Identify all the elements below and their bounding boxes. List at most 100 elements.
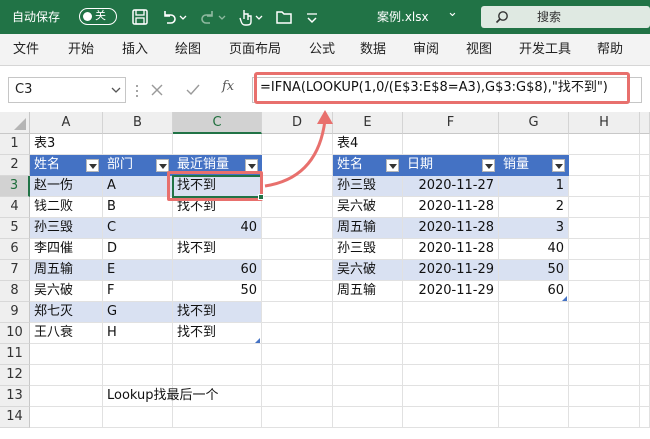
grid-cell[interactable] <box>173 365 262 386</box>
table4-cell-date[interactable]: 2020-11-28 <box>403 239 499 260</box>
row-header-7[interactable]: 7 <box>0 260 30 281</box>
grid-cell[interactable] <box>569 260 640 281</box>
grid-cell[interactable] <box>262 260 333 281</box>
grid-cell[interactable] <box>569 323 640 344</box>
grid-cell[interactable] <box>569 365 640 386</box>
column-header-a[interactable]: A <box>30 112 103 134</box>
table3-cell-name[interactable]: 周五输 <box>30 260 103 281</box>
grid-cell[interactable] <box>262 218 333 239</box>
filter-dropdown-icon[interactable] <box>86 159 99 172</box>
grid-cell[interactable] <box>333 365 403 386</box>
table4-cell-sales[interactable]: 2 <box>499 197 569 218</box>
autosave-toggle[interactable]: 关 <box>79 8 117 25</box>
undo-dropdown-icon[interactable] <box>178 7 188 27</box>
table4-cell-name[interactable]: 孙三毁 <box>333 239 403 260</box>
grid-cell[interactable] <box>103 407 173 428</box>
grid-cell[interactable] <box>103 344 173 365</box>
filter-dropdown-icon[interactable] <box>156 159 169 172</box>
table3-cell-dept[interactable]: A <box>103 176 173 197</box>
grid-cell[interactable] <box>333 386 403 407</box>
column-header-b[interactable]: B <box>103 112 173 134</box>
table4-cell-date[interactable]: 2020-11-27 <box>403 176 499 197</box>
tab-view[interactable]: 视图 <box>466 42 492 58</box>
grid-cell[interactable] <box>262 407 333 428</box>
table4-cell-name[interactable]: 周五输 <box>333 218 403 239</box>
grid-cell[interactable] <box>333 407 403 428</box>
search-box[interactable]: 搜索 <box>481 6 650 28</box>
table4-caption[interactable]: 表4 <box>333 134 403 155</box>
table3-caption[interactable]: 表3 <box>30 134 103 155</box>
table3-cell-sales[interactable]: 找不到 <box>173 302 262 323</box>
grid-cell[interactable] <box>262 344 333 365</box>
row-header-11[interactable]: 11 <box>0 344 30 365</box>
column-header-d[interactable]: D <box>262 112 333 134</box>
grid-cell[interactable] <box>640 323 650 344</box>
grid-cell[interactable] <box>403 323 499 344</box>
tab-file[interactable]: 文件 <box>13 42 39 58</box>
grid-cell[interactable] <box>640 386 650 407</box>
grid-cell[interactable] <box>333 302 403 323</box>
table4-cell-date[interactable]: 2020-11-29 <box>403 281 499 302</box>
formula-bar-grip-icon[interactable] <box>134 83 140 99</box>
grid-cell[interactable] <box>640 365 650 386</box>
table4-cell-sales[interactable]: 50 <box>499 260 569 281</box>
table3-cell-name[interactable]: 王八衰 <box>30 323 103 344</box>
row-header-12[interactable]: 12 <box>0 365 30 386</box>
grid-cell[interactable] <box>499 344 569 365</box>
grid-cell[interactable] <box>403 365 499 386</box>
table3-cell-name[interactable]: 吴六破 <box>30 281 103 302</box>
table4-cell-date[interactable]: 2020-11-28 <box>403 197 499 218</box>
tab-page-layout[interactable]: 页面布局 <box>229 42 281 58</box>
grid-cell[interactable] <box>640 344 650 365</box>
grid-cell[interactable] <box>640 134 650 155</box>
row-header-13[interactable]: 13 <box>0 386 30 407</box>
grid-cell[interactable] <box>569 386 640 407</box>
grid-cell[interactable] <box>262 155 333 176</box>
table3-cell-dept[interactable]: E <box>103 260 173 281</box>
table3-resize-handle[interactable] <box>255 338 260 343</box>
grid-cell[interactable] <box>262 323 333 344</box>
cancel-icon[interactable] <box>149 82 165 98</box>
fill-handle[interactable] <box>258 194 264 200</box>
grid-cell[interactable] <box>403 302 499 323</box>
tab-help[interactable]: 帮助 <box>597 42 623 58</box>
grid-cell[interactable] <box>333 344 403 365</box>
tab-insert[interactable]: 插入 <box>122 42 148 58</box>
grid-cell[interactable] <box>262 197 333 218</box>
save-icon[interactable] <box>130 7 150 27</box>
table3-cell-name[interactable]: 孙三毁 <box>30 218 103 239</box>
row-header-10[interactable]: 10 <box>0 323 30 344</box>
grid-cell[interactable] <box>640 260 650 281</box>
touch-dropdown-icon[interactable] <box>254 7 264 27</box>
table3-header-dept[interactable]: 部门 <box>103 155 173 176</box>
table4-cell-sales[interactable]: 3 <box>499 218 569 239</box>
table3-cell-dept[interactable]: B <box>103 197 173 218</box>
table4-cell-sales[interactable]: 40 <box>499 239 569 260</box>
tab-developer[interactable]: 开发工具 <box>519 42 571 58</box>
filter-dropdown-icon[interactable] <box>552 159 565 172</box>
table3-cell-dept[interactable]: F <box>103 281 173 302</box>
table3-cell-sales[interactable]: 找不到 <box>173 323 262 344</box>
touch-mode-icon[interactable] <box>236 7 256 27</box>
table4-header-date[interactable]: 日期 <box>403 155 499 176</box>
grid-cell[interactable] <box>30 386 103 407</box>
filter-dropdown-icon[interactable] <box>386 159 399 172</box>
table4-header-sales[interactable]: 销量 <box>499 155 569 176</box>
grid-cell[interactable] <box>640 176 650 197</box>
grid-cell[interactable] <box>569 302 640 323</box>
table3-cell-sales[interactable]: 40 <box>173 218 262 239</box>
grid-cell[interactable] <box>30 365 103 386</box>
grid-cell[interactable] <box>262 302 333 323</box>
grid-cell[interactable] <box>333 323 403 344</box>
tab-home[interactable]: 开始 <box>68 42 94 58</box>
grid-cell[interactable] <box>262 281 333 302</box>
grid-cell[interactable] <box>640 281 650 302</box>
grid-cell[interactable] <box>173 407 262 428</box>
table4-cell-name[interactable]: 孙三毁 <box>333 176 403 197</box>
grid-cell[interactable] <box>640 218 650 239</box>
table3-cell-name[interactable]: 赵一伤 <box>30 176 103 197</box>
undo-icon[interactable] <box>159 7 179 27</box>
more-icon[interactable] <box>302 7 322 27</box>
column-header-e[interactable]: E <box>333 112 403 134</box>
table4-cell-name[interactable]: 周五输 <box>333 281 403 302</box>
